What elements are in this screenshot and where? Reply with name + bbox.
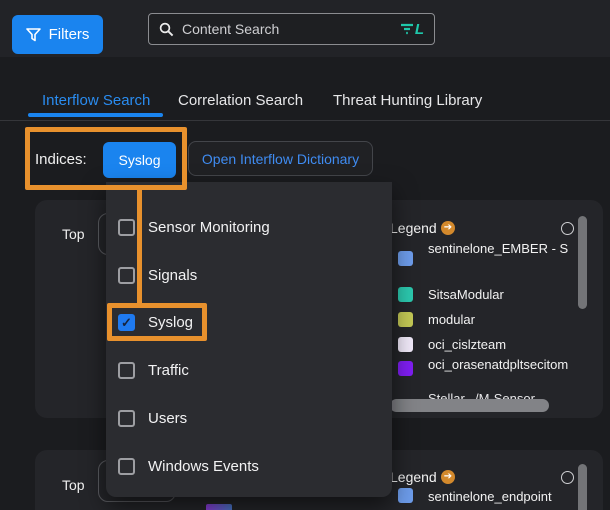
legend-vertical-scrollbar[interactable] — [578, 464, 587, 510]
dropdown-item-label: Users — [148, 410, 187, 427]
checkbox-icon[interactable]: ✓ — [118, 362, 135, 379]
dropdown-item-label: Sensor Monitoring — [148, 219, 270, 236]
filter-funnel-icon — [26, 28, 41, 42]
legend-swatch — [398, 488, 413, 503]
top-n-label: Top — [62, 226, 85, 242]
legend-swatch — [398, 312, 413, 327]
lucene-toggle-icon[interactable]: L — [400, 22, 424, 37]
tab-threat-hunting-library[interactable]: Threat Hunting Library — [333, 92, 482, 109]
legend-swatch — [398, 361, 413, 376]
legend-item-label[interactable]: SitsaModular — [428, 287, 603, 302]
legend-item-label[interactable]: modular — [428, 312, 603, 327]
checkbox-icon[interactable]: ✓ — [118, 410, 135, 427]
dropdown-item-signals[interactable]: ✓ Signals — [106, 251, 392, 299]
top-n-label: Top — [62, 477, 85, 493]
checkbox-icon[interactable]: ✓ — [118, 219, 135, 236]
legend-toggle-circle[interactable] — [561, 222, 574, 235]
open-interflow-dictionary-button[interactable]: Open Interflow Dictionary — [188, 141, 373, 176]
checkbox-icon[interactable]: ✓ — [118, 458, 135, 475]
active-tab-underline — [28, 113, 163, 117]
app-screen: Filters L Interflow Search Correlation S… — [0, 0, 610, 510]
dropdown-item-label: Windows Events — [148, 458, 259, 475]
content-search-box[interactable]: L — [148, 13, 435, 45]
legend-vertical-scrollbar[interactable] — [578, 216, 587, 309]
filters-button-label: Filters — [49, 26, 90, 43]
indices-label: Indices: — [35, 151, 87, 168]
legend-item-label[interactable]: sentinelone_EMBER - S — [428, 241, 603, 256]
legend-expand-arrow-icon[interactable]: ➔ — [441, 470, 455, 484]
content-search-input[interactable] — [180, 20, 394, 38]
chart-fragment — [206, 504, 232, 510]
dropdown-item-syslog[interactable]: ✓ Syslog — [106, 298, 392, 346]
search-icon — [159, 22, 174, 37]
legend-title: Legend — [390, 469, 437, 485]
legend-expand-arrow-icon[interactable]: ➔ — [441, 221, 455, 235]
tab-correlation-search[interactable]: Correlation Search — [178, 92, 303, 109]
legend-item-label[interactable]: sentinelone_endpoint — [428, 489, 603, 504]
tab-interflow-search[interactable]: Interflow Search — [42, 92, 150, 109]
dropdown-item-traffic[interactable]: ✓ Traffic — [106, 346, 392, 394]
legend-swatch — [398, 337, 413, 352]
indices-selected-button[interactable]: Syslog — [103, 142, 176, 178]
annotation-connector-line — [137, 189, 142, 304]
tab-bar-divider — [0, 120, 610, 121]
legend-item-label[interactable]: oci_orasenatdpltsecitom — [428, 357, 603, 372]
dropdown-item-label: Syslog — [148, 314, 193, 331]
legend-horizontal-scrollbar[interactable] — [390, 399, 549, 412]
legend-swatch — [398, 287, 413, 302]
dropdown-item-users[interactable]: ✓ Users — [106, 394, 392, 442]
checkbox-icon[interactable]: ✓ — [118, 267, 135, 284]
filters-button[interactable]: Filters — [12, 15, 103, 54]
legend-title: Legend — [390, 220, 437, 236]
dropdown-item-label: Traffic — [148, 362, 189, 379]
legend-swatch — [398, 251, 413, 266]
legend-toggle-circle[interactable] — [561, 471, 574, 484]
dropdown-item-label: Signals — [148, 267, 197, 284]
legend-item-label[interactable]: oci_cislzteam — [428, 337, 603, 352]
indices-dropdown-menu: ✓ Sensor Monitoring ✓ Signals ✓ Syslog ✓… — [106, 182, 392, 497]
dropdown-item-sensor-monitoring[interactable]: ✓ Sensor Monitoring — [106, 203, 392, 251]
dropdown-item-windows-events[interactable]: ✓ Windows Events — [106, 442, 392, 490]
checkbox-checked-icon[interactable]: ✓ — [118, 314, 135, 331]
